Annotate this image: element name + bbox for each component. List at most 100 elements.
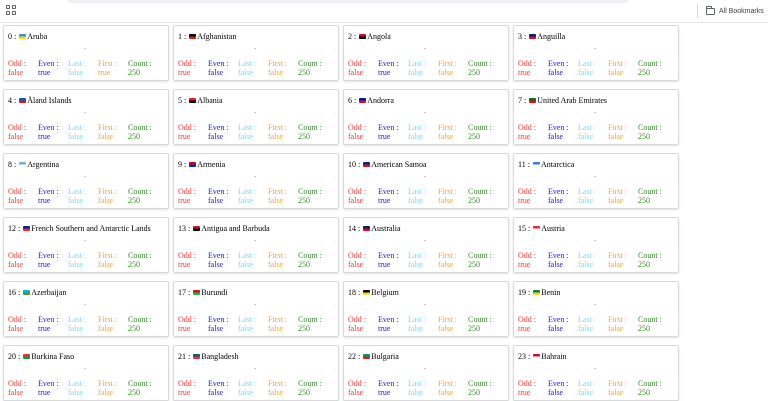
first-label: First : <box>608 315 627 324</box>
divider-dot <box>594 368 596 369</box>
even-value: true <box>378 324 391 333</box>
odd-value: false <box>8 132 24 141</box>
folder-icon <box>706 5 715 15</box>
first-stat: First : false <box>608 315 638 333</box>
odd-stat: Odd : true <box>518 187 548 205</box>
odd-stat: Odd : false <box>348 315 378 333</box>
first-stat: First : false <box>438 379 468 397</box>
even-value: true <box>38 196 51 205</box>
odd-label: Odd : <box>348 187 366 196</box>
count-value: 250 <box>128 388 140 397</box>
card-title: 18 : Belgium <box>348 288 399 297</box>
odd-label: Odd : <box>8 123 26 132</box>
count-stat: Count :250 <box>638 315 668 333</box>
first-value: false <box>98 388 114 397</box>
odd-value: true <box>178 68 191 77</box>
count-stat: Count :250 <box>468 379 498 397</box>
last-label: Last : <box>578 251 596 260</box>
last-stat: Last : false <box>578 315 608 333</box>
odd-stat: Odd : false <box>8 379 38 397</box>
last-stat: Last : false <box>68 379 98 397</box>
even-stat: Even : false <box>548 379 578 397</box>
count-label: Count : <box>298 379 322 388</box>
card-stats: Odd : true Even : false Last : false First : fa… <box>178 59 328 77</box>
count-value: 250 <box>638 132 650 141</box>
country-card: 5 : Albania Odd : true Even : false Last : fal… <box>173 89 339 145</box>
card-index: 22 <box>348 352 356 361</box>
card-stats: Odd : true Even : false Last : false First : fa… <box>178 187 328 205</box>
even-label: Even : <box>208 123 229 132</box>
index-separator: : <box>186 352 193 361</box>
even-stat: Even : true <box>38 187 68 205</box>
first-stat: First : false <box>98 379 128 397</box>
flag-icon <box>189 98 197 103</box>
card-stats: Odd : false Even : true Last : false First : fa… <box>348 251 498 269</box>
count-label: Count : <box>128 59 152 68</box>
apps-grid-icon[interactable] <box>6 5 16 15</box>
even-stat: Even : true <box>378 251 408 269</box>
count-value: 250 <box>128 196 140 205</box>
even-value: true <box>378 196 391 205</box>
odd-value: false <box>348 260 364 269</box>
odd-value: true <box>178 132 191 141</box>
card-stats: Odd : true Even : false Last : false First : fa… <box>518 251 668 269</box>
country-name: Antigua and Barbuda <box>201 224 270 233</box>
count-stat: Count :250 <box>128 251 158 269</box>
divider-dot <box>84 368 86 369</box>
flag-icon <box>533 226 541 231</box>
first-value: false <box>98 132 114 141</box>
first-stat: First : false <box>98 251 128 269</box>
even-label: Even : <box>38 187 59 196</box>
odd-value: true <box>518 260 531 269</box>
country-card: 4 : Åland Islands Odd : false Even : true Las… <box>3 89 169 145</box>
last-label: Last : <box>578 59 596 68</box>
card-stats: Odd : false Even : true Last : false First : fa… <box>8 123 158 141</box>
odd-stat: Odd : true <box>178 251 208 269</box>
count-stat: Count :250 <box>638 379 668 397</box>
index-separator: : <box>16 352 23 361</box>
odd-label: Odd : <box>518 123 536 132</box>
first-label: First : <box>98 123 117 132</box>
country-name: Andorra <box>367 96 394 105</box>
last-stat: Last : false <box>408 315 438 333</box>
divider-dot <box>594 48 596 49</box>
card-title: 0 : Aruba <box>8 32 47 41</box>
first-value: false <box>268 68 284 77</box>
even-stat: Even : true <box>38 59 68 77</box>
flag-icon <box>23 226 31 231</box>
first-stat: First : false <box>608 123 638 141</box>
last-stat: Last : false <box>68 123 98 141</box>
first-label: First : <box>98 251 117 260</box>
country-name: Afghanistan <box>197 32 237 41</box>
odd-stat: Odd : false <box>8 187 38 205</box>
odd-label: Odd : <box>348 315 366 324</box>
card-stats: Odd : false Even : true Last : false First : fa… <box>348 59 498 77</box>
odd-label: Odd : <box>518 187 536 196</box>
index-separator: : <box>12 160 19 169</box>
even-value: true <box>38 68 51 77</box>
last-label: Last : <box>68 379 86 388</box>
first-stat: First : false <box>268 315 298 333</box>
divider-dot <box>594 176 596 177</box>
browser-toolbar: All Bookmarks <box>0 0 768 23</box>
odd-stat: Odd : false <box>8 251 38 269</box>
first-stat: First : false <box>438 123 468 141</box>
flag-icon <box>363 354 371 359</box>
last-label: Last : <box>578 187 596 196</box>
last-label: Last : <box>578 379 596 388</box>
last-stat: Last : false <box>408 123 438 141</box>
card-title: 2 : Angola <box>348 32 391 41</box>
card-stats: Odd : false Even : true Last : false First : fa… <box>348 187 498 205</box>
divider-dot <box>424 304 426 305</box>
card-stats: Odd : false Even : true Last : false First : fa… <box>8 379 158 397</box>
last-label: Last : <box>408 251 426 260</box>
first-label: First : <box>268 123 287 132</box>
card-stats: Odd : true Even : false Last : false First : fa… <box>178 379 328 397</box>
even-label: Even : <box>378 251 399 260</box>
count-stat: Count :250 <box>298 59 328 77</box>
country-card: 12 : French Southern and Antarctic Lands… <box>3 217 169 273</box>
count-value: 250 <box>638 388 650 397</box>
all-bookmarks-button[interactable]: All Bookmarks <box>706 3 764 19</box>
index-separator: : <box>16 224 23 233</box>
odd-stat: Odd : false <box>8 59 38 77</box>
